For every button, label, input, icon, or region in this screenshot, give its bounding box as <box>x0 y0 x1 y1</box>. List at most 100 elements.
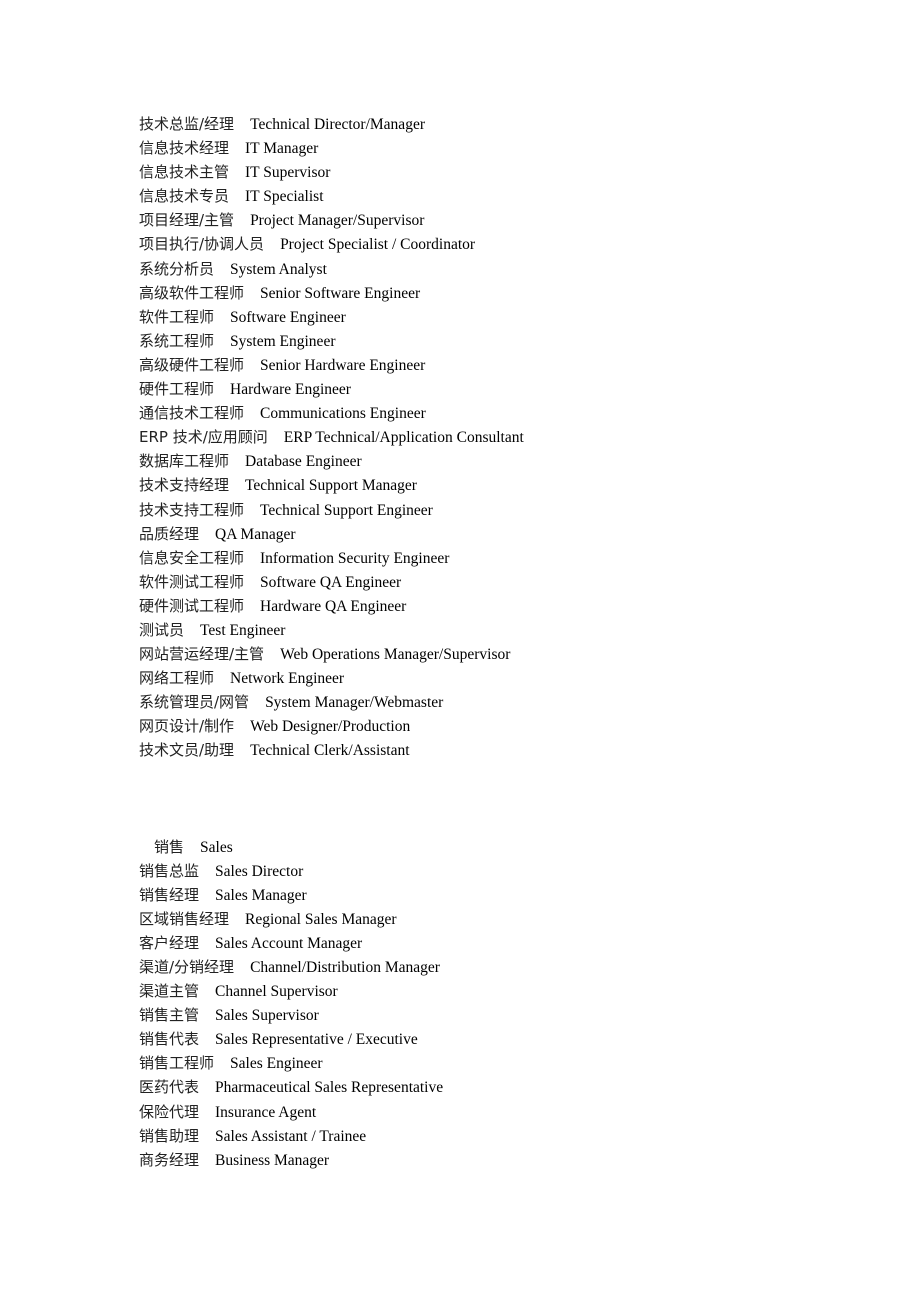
job-title-entry: ERP 技术/应用顾问 ERP Technical/Application Con… <box>139 425 839 449</box>
job-title-en: Sales Account Manager <box>215 934 363 952</box>
job-title-zh: 信息技术经理 <box>139 139 230 158</box>
job-title-zh: 技术文员/助理 <box>139 741 235 760</box>
job-title-zh: 品质经理 <box>139 524 200 543</box>
job-title-zh: 测试员 <box>139 620 185 639</box>
job-title-zh: 销售工程师 <box>139 1054 215 1073</box>
job-title-entry: 通信技术工程师 Communications Engineer <box>139 401 839 425</box>
job-title-en: Business Manager <box>215 1151 330 1169</box>
job-title-en: Web Designer/Production <box>250 718 411 736</box>
job-title-entry: 高级硬件工程师 Senior Hardware Engineer <box>139 353 839 377</box>
document-page: 技术总监/经理 Technical Director/Manager 信息技术经理 I… <box>139 112 839 1172</box>
job-title-zh: 渠道/分销经理 <box>139 958 235 976</box>
job-title-entry: 网页设计/制作 Web Designer/Production <box>139 714 839 738</box>
job-title-zh: 网站营运经理/主管 <box>139 645 265 664</box>
job-title-en: Software Engineer <box>230 308 346 326</box>
job-title-en: System Analyst <box>230 260 327 278</box>
job-title-en: Sales Director <box>215 862 304 880</box>
job-title-en: Senior Hardware Engineer <box>260 356 426 374</box>
job-title-zh: 信息安全工程师 <box>139 548 245 567</box>
job-title-zh: 硬件工程师 <box>139 380 215 399</box>
job-title-entry: 销售工程师 Sales Engineer <box>139 1051 839 1075</box>
job-title-entry: 渠道主管 Channel Supervisor <box>139 979 839 1003</box>
job-title-zh: 系统分析员 <box>139 259 215 278</box>
job-title-entry: 渠道/分销经理 Channel/Distribution Manager <box>139 955 839 979</box>
job-title-zh: 项目执行/协调人员 <box>139 235 265 254</box>
job-title-zh: 硬件测试工程师 <box>139 596 245 615</box>
job-title-en: IT Specialist <box>245 188 324 206</box>
job-title-zh: 渠道主管 <box>139 982 200 1001</box>
job-title-en: Sales Supervisor <box>215 1007 319 1025</box>
job-title-en: Web Operations Manager/Supervisor <box>280 646 511 664</box>
job-title-zh: 通信技术工程师 <box>139 404 245 423</box>
sales-section: 销售总监 Sales Director 销售经理 Sales Manager 区域销售经… <box>139 859 839 1172</box>
job-title-en: Information Security Engineer <box>260 549 450 567</box>
job-title-en: Sales Representative / Executive <box>215 1031 418 1049</box>
heading-zh: 销售 <box>154 837 185 856</box>
job-title-zh: 软件工程师 <box>139 307 215 326</box>
job-title-en: IT Supervisor <box>245 164 331 182</box>
job-title-en: Test Engineer <box>200 621 286 639</box>
it-section: 技术总监/经理 Technical Director/Manager 信息技术经理 I… <box>139 112 839 763</box>
job-title-zh: 销售经理 <box>139 885 200 904</box>
job-title-en: Technical Clerk/Assistant <box>250 742 410 760</box>
job-title-zh: 高级软件工程师 <box>139 283 245 302</box>
heading-en: Sales <box>200 838 233 856</box>
job-title-entry: 销售代表 Sales Representative / Executive <box>139 1027 839 1051</box>
job-title-en: Technical Support Engineer <box>260 501 433 519</box>
job-title-entry: 信息技术专员 IT Specialist <box>139 184 839 208</box>
job-title-zh: 软件测试工程师 <box>139 572 245 591</box>
job-title-zh: 商务经理 <box>139 1150 200 1169</box>
job-title-zh: 网络工程师 <box>139 669 215 688</box>
job-title-zh: 系统管理员/网管 <box>139 693 250 712</box>
job-title-en: Sales Manager <box>215 886 307 904</box>
job-title-entry: 项目经理/主管 Project Manager/Supervisor <box>139 208 839 232</box>
job-title-zh: 医药代表 <box>139 1078 200 1097</box>
job-title-entry: 软件工程师 Software Engineer <box>139 305 839 329</box>
sales-section-heading: 销售 Sales <box>139 811 839 856</box>
job-title-entry: 技术文员/助理 Technical Clerk/Assistant <box>139 738 839 762</box>
job-title-en: Technical Support Manager <box>245 477 417 495</box>
job-title-en: System Manager/Webmaster <box>265 694 444 712</box>
job-title-zh: 系统工程师 <box>139 331 215 350</box>
job-title-zh: 销售代表 <box>139 1030 200 1049</box>
job-title-en: IT Manager <box>245 140 319 158</box>
job-title-entry: 数据库工程师 Database Engineer <box>139 449 839 473</box>
job-title-en: Insurance Agent <box>215 1103 317 1121</box>
job-title-entry: 销售助理 Sales Assistant / Trainee <box>139 1124 839 1148</box>
job-title-zh: 销售主管 <box>139 1006 200 1025</box>
job-title-entry: 硬件工程师 Hardware Engineer <box>139 377 839 401</box>
job-title-zh: 销售助理 <box>139 1126 200 1145</box>
job-title-en: Sales Engineer <box>230 1055 323 1073</box>
job-title-zh: 销售总监 <box>139 861 200 880</box>
job-title-en: Network Engineer <box>230 670 345 688</box>
job-title-entry: 品质经理 QA Manager <box>139 522 839 546</box>
heading-spacer <box>139 835 839 859</box>
job-title-entry: 测试员 Test Engineer <box>139 618 839 642</box>
job-title-en: System Engineer <box>230 332 336 350</box>
job-title-entry: 项目执行/协调人员 Project Specialist / Coordinato… <box>139 232 839 256</box>
job-title-entry: 网站营运经理/主管 Web Operations Manager/Supervis… <box>139 642 839 666</box>
job-title-en: Channel Supervisor <box>215 983 338 1001</box>
job-title-en: QA Manager <box>215 525 296 543</box>
job-title-entry: 网络工程师 Network Engineer <box>139 666 839 690</box>
job-title-en: Database Engineer <box>245 453 362 471</box>
job-title-zh: 区域销售经理 <box>139 909 230 928</box>
job-title-entry: 软件测试工程师 Software QA Engineer <box>139 570 839 594</box>
job-title-en: ERP Technical/Application Consultant <box>283 429 524 447</box>
job-title-en: Channel/Distribution Manager <box>250 959 440 976</box>
job-title-entry: 技术支持工程师 Technical Support Engineer <box>139 498 839 522</box>
job-title-zh: 信息技术主管 <box>139 163 230 182</box>
job-title-zh: 网页设计/制作 <box>139 717 235 736</box>
job-title-zh: 高级硬件工程师 <box>139 355 245 374</box>
job-title-en: Hardware Engineer <box>230 381 351 399</box>
job-title-en: Software QA Engineer <box>260 573 402 591</box>
job-title-entry: 销售主管 Sales Supervisor <box>139 1003 839 1027</box>
job-title-entry: 保险代理 Insurance Agent <box>139 1100 839 1124</box>
job-title-zh: ERP 技术/应用顾问 <box>139 428 268 447</box>
job-title-en: Sales Assistant / Trainee <box>215 1127 367 1145</box>
job-title-en: Senior Software Engineer <box>260 284 421 302</box>
job-title-entry: 系统分析员 System Analyst <box>139 257 839 281</box>
job-title-en: Technical Director/Manager <box>250 116 425 133</box>
job-title-entry: 技术总监/经理 Technical Director/Manager <box>139 112 839 136</box>
